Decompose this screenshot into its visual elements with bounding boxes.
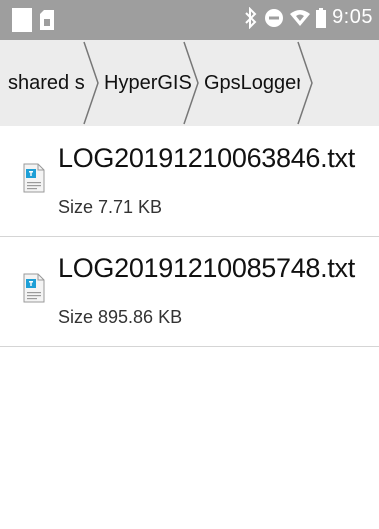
file-list-item[interactable]: LOG20191210063846.txt Size 7.71 KB [0, 126, 379, 237]
breadcrumb-item-hypergis[interactable]: HyperGIS [104, 40, 194, 126]
file-name: LOG20191210063846.txt [58, 143, 355, 173]
status-bar-left [12, 8, 54, 32]
chevron-right-icon [297, 41, 313, 125]
do-not-disturb-icon [265, 8, 284, 27]
chevron-right-icon [183, 41, 199, 125]
file-name: LOG20191210085748.txt [58, 253, 355, 283]
sd-card-icon [40, 10, 54, 30]
file-size: Size 895.86 KB [58, 307, 183, 327]
bluetooth-icon [245, 6, 257, 29]
sim-card-icon [12, 8, 32, 32]
text-file-icon [23, 163, 45, 193]
battery-icon [316, 7, 327, 28]
status-bar: 9:05 [0, 0, 379, 40]
text-file-icon [23, 273, 45, 303]
breadcrumb-item-shared-storage[interactable]: shared s [8, 40, 86, 126]
breadcrumb-label: GpsLogger [204, 71, 300, 94]
breadcrumb: shared s HyperGIS GpsLogger [0, 40, 379, 126]
wifi-icon [290, 9, 311, 26]
file-size: Size 7.71 KB [58, 197, 163, 217]
chevron-right-icon [83, 41, 99, 125]
breadcrumb-label: shared s [8, 71, 85, 94]
status-time: 9:05 [332, 6, 373, 28]
file-list-item[interactable]: LOG20191210085748.txt Size 895.86 KB [0, 236, 379, 347]
breadcrumb-item-gpslogger[interactable]: GpsLogger [204, 40, 300, 126]
status-bar-right: 9:05 [244, 6, 373, 29]
breadcrumb-label: HyperGIS [104, 71, 192, 94]
